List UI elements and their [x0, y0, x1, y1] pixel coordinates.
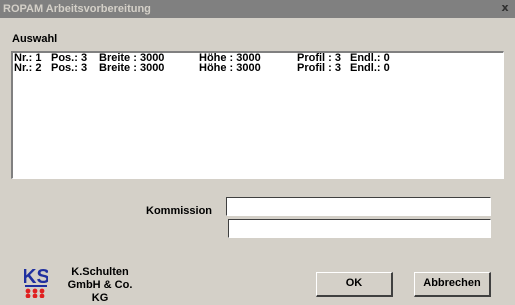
kommission-field-2[interactable] — [228, 219, 491, 238]
ks-logo-icon: KS — [22, 266, 50, 299]
auswahl-label: Auswahl — [12, 33, 58, 45]
list-cell-profil: Profil : 3 — [297, 62, 342, 74]
company-name: K.Schulten GmbH & Co. KG — [64, 266, 136, 305]
list-item[interactable]: Nr.: 2 Pos.: 3 Breite : 3000 Höhe : 3000… — [13, 62, 503, 74]
title-bar: ROPAM Arbeitsvorbereitung x — [0, 0, 515, 18]
list-cell-pos: Pos.: 3 — [51, 62, 88, 74]
company-line-2: GmbH & Co. KG — [67, 279, 133, 304]
company-line-1: K.Schulten — [71, 266, 129, 278]
window-title: ROPAM Arbeitsvorbereitung — [3, 3, 151, 15]
close-icon[interactable]: x — [498, 1, 512, 15]
logo-text: KS — [24, 266, 48, 288]
ok-button[interactable]: OK — [316, 272, 393, 297]
list-cell-nr: Nr.: 2 — [14, 62, 42, 74]
list-cell-breite: Breite : 3000 — [99, 62, 165, 74]
selection-listbox[interactable]: Nr.: 1 Pos.: 3 Breite : 3000 Höhe : 3000… — [11, 51, 504, 179]
list-cell-hoehe: Höhe : 3000 — [199, 62, 261, 74]
cancel-button[interactable]: Abbrechen — [414, 272, 491, 297]
list-cell-endl: Endl.: 0 — [350, 62, 390, 74]
kommission-field[interactable] — [226, 197, 491, 216]
company-logo: KS — [22, 264, 50, 299]
kommission-label: Kommission — [146, 205, 213, 217]
